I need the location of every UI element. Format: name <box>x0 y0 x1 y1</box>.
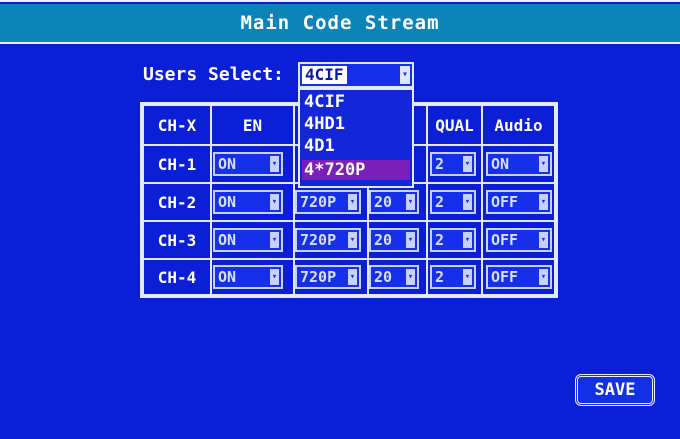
en-select-ch3[interactable]: ON ▾ <box>213 228 283 252</box>
fps-value-ch4: 20 <box>374 268 393 286</box>
window-title: Main Code Stream <box>240 12 440 34</box>
audio-select-ch3[interactable]: OFF ▾ <box>486 228 552 252</box>
chevron-down-icon: ▾ <box>270 156 279 172</box>
audio-value-ch3: OFF <box>491 231 519 249</box>
option-4cif[interactable]: 4CIF <box>302 92 410 112</box>
res-select-ch3[interactable]: 720P ▾ <box>295 228 361 252</box>
fps-select-ch3[interactable]: 20 ▾ <box>369 228 419 252</box>
qual-select-ch2[interactable]: 2 ▾ <box>430 190 476 214</box>
en-select-ch4[interactable]: ON ▾ <box>213 265 283 289</box>
en-select-ch2[interactable]: ON ▾ <box>213 190 283 214</box>
chevron-down-icon: ▾ <box>539 232 548 248</box>
option-4x720p[interactable]: 4*720P <box>302 160 410 180</box>
en-value-ch4: ON <box>218 268 237 286</box>
fps-select-ch4[interactable]: 20 ▾ <box>369 265 419 289</box>
qual-select-ch4[interactable]: 2 ▾ <box>430 265 476 289</box>
qual-value-ch2: 2 <box>435 193 445 211</box>
header-audio: Audio <box>481 104 556 146</box>
en-value-ch1: ON <box>218 155 237 173</box>
chevron-down-icon: ▾ <box>406 232 415 248</box>
row-label-ch4: CH-4 <box>142 258 212 296</box>
chevron-down-icon: ▾ <box>406 269 415 285</box>
res-value-ch4: 720P <box>300 268 337 286</box>
option-4hd1[interactable]: 4HD1 <box>302 114 410 134</box>
users-select-value: 4CIF <box>302 66 347 84</box>
title-bar: Main Code Stream <box>0 4 680 44</box>
row-label-ch3: CH-3 <box>142 220 212 260</box>
row-label-ch2: CH-2 <box>142 182 212 222</box>
chevron-down-icon: ▾ <box>463 194 472 210</box>
chevron-down-icon: ▾ <box>270 232 279 248</box>
qual-select-ch1[interactable]: 2 ▾ <box>430 152 476 176</box>
header-chx: CH-X <box>142 104 212 146</box>
qual-select-ch3[interactable]: 2 ▾ <box>430 228 476 252</box>
en-value-ch3: ON <box>218 231 237 249</box>
chevron-down-icon: ▾ <box>539 156 548 172</box>
users-select-options: 4CIF 4HD1 4D1 4*720P <box>298 88 414 188</box>
screen: Main Code Stream Users Select: 4CIF ▾ CH… <box>0 0 680 439</box>
chevron-down-icon[interactable]: ▾ <box>400 66 410 84</box>
save-button[interactable]: SAVE <box>575 374 655 406</box>
chevron-down-icon: ▾ <box>348 269 357 285</box>
chevron-down-icon: ▾ <box>539 194 548 210</box>
qual-value-ch3: 2 <box>435 231 445 249</box>
res-value-ch2: 720P <box>300 193 337 211</box>
audio-select-ch1[interactable]: ON ▾ <box>486 152 552 176</box>
fps-value-ch3: 20 <box>374 231 393 249</box>
header-en: EN <box>210 104 295 146</box>
qual-value-ch4: 2 <box>435 268 445 286</box>
chevron-down-icon: ▾ <box>270 269 279 285</box>
chevron-down-icon: ▾ <box>463 269 472 285</box>
audio-select-ch2[interactable]: OFF ▾ <box>486 190 552 214</box>
option-4d1[interactable]: 4D1 <box>302 136 410 156</box>
chevron-down-icon: ▾ <box>348 232 357 248</box>
chevron-down-icon: ▾ <box>406 194 415 210</box>
en-select-ch1[interactable]: ON ▾ <box>213 152 283 176</box>
chevron-down-icon: ▾ <box>539 269 548 285</box>
chevron-down-icon: ▾ <box>463 156 472 172</box>
fps-value-ch2: 20 <box>374 193 393 211</box>
header-qual: QUAL <box>426 104 483 146</box>
chevron-down-icon: ▾ <box>270 194 279 210</box>
en-value-ch2: ON <box>218 193 237 211</box>
res-select-ch2[interactable]: 720P ▾ <box>295 190 361 214</box>
chevron-down-icon: ▾ <box>463 232 472 248</box>
qual-value-ch1: 2 <box>435 155 445 173</box>
fps-select-ch2[interactable]: 20 ▾ <box>369 190 419 214</box>
res-value-ch3: 720P <box>300 231 337 249</box>
audio-select-ch4[interactable]: OFF ▾ <box>486 265 552 289</box>
row-label-ch1: CH-1 <box>142 144 212 184</box>
users-select-dropdown[interactable]: 4CIF ▾ <box>298 62 414 88</box>
users-select-label: Users Select: <box>143 64 284 85</box>
res-select-ch4[interactable]: 720P ▾ <box>295 265 361 289</box>
audio-value-ch1: ON <box>491 155 510 173</box>
audio-value-ch2: OFF <box>491 193 519 211</box>
chevron-down-icon: ▾ <box>348 194 357 210</box>
audio-value-ch4: OFF <box>491 268 519 286</box>
